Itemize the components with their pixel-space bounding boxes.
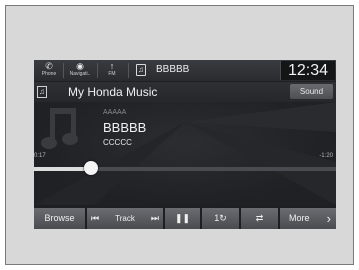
music-note-icon: ♫	[37, 86, 47, 98]
chevron-right-icon: ›	[326, 211, 331, 226]
track-label: Track	[115, 214, 135, 223]
track-title: BBBBB	[103, 120, 147, 135]
elapsed-time: 0:17	[34, 153, 46, 159]
now-playing-panel: AAAAA BBBBB CCCCC 0:17 -1:20	[34, 102, 336, 205]
track-controls: ⏮ Track ⏭	[87, 208, 163, 229]
current-source-name: BBBBB	[156, 64, 190, 75]
audio-screen: ✆ Phone ◉ Navigati.. ↑ FM ♫ BBBBB 12:34 …	[34, 60, 336, 229]
browse-button[interactable]: Browse	[34, 208, 85, 229]
fm-shortcut[interactable]: ↑ FM	[102, 61, 122, 80]
remaining-time: -1:20	[319, 153, 333, 159]
repeat-one-icon: 1↻	[214, 213, 227, 223]
more-label: More	[289, 213, 310, 223]
screen-frame: ✆ Phone ◉ Navigati.. ↑ FM ♫ BBBBB 12:34 …	[5, 5, 354, 265]
progress-fill	[34, 167, 92, 171]
fm-label: FM	[108, 71, 116, 77]
next-track-icon[interactable]: ⏭	[151, 208, 159, 229]
shuffle-icon: ⇄	[255, 213, 264, 223]
navigation-label: Navigati..	[69, 71, 91, 77]
status-bar: ✆ Phone ◉ Navigati.. ↑ FM ♫ BBBBB 12:34	[34, 60, 336, 81]
source-header: ♫ My Honda Music Sound	[34, 82, 336, 102]
shuffle-button[interactable]: ⇄	[241, 208, 278, 229]
album-name: AAAAA	[103, 109, 127, 116]
source-title: My Honda Music	[68, 85, 158, 99]
status-divider	[63, 63, 64, 78]
repeat-button[interactable]: 1↻	[202, 208, 239, 229]
status-divider	[128, 63, 129, 78]
phone-label: Phone	[41, 71, 57, 77]
control-bar: Browse ⏮ Track ⏭ ❚❚ 1↻ ⇄ More ›	[34, 208, 336, 229]
album-art-placeholder-icon	[41, 108, 78, 149]
clock-area: 12:34	[280, 61, 335, 80]
phone-icon: ✆	[45, 61, 53, 71]
artist-name: CCCCC	[103, 138, 132, 147]
phone-shortcut[interactable]: ✆ Phone	[37, 61, 61, 80]
clock: 12:34	[287, 62, 329, 79]
pause-button[interactable]: ❚❚	[165, 208, 200, 229]
pause-icon: ❚❚	[174, 213, 191, 223]
status-divider	[97, 63, 98, 78]
music-note-icon: ♫	[136, 64, 146, 76]
navigation-icon: ◉	[76, 61, 84, 71]
navigation-shortcut[interactable]: ◉ Navigati..	[66, 61, 94, 80]
progress-bar[interactable]	[34, 167, 336, 171]
previous-track-icon[interactable]: ⏮	[91, 208, 99, 229]
more-button[interactable]: More ›	[280, 208, 336, 229]
sound-button[interactable]: Sound	[290, 84, 333, 99]
radio-icon: ↑	[109, 61, 115, 71]
